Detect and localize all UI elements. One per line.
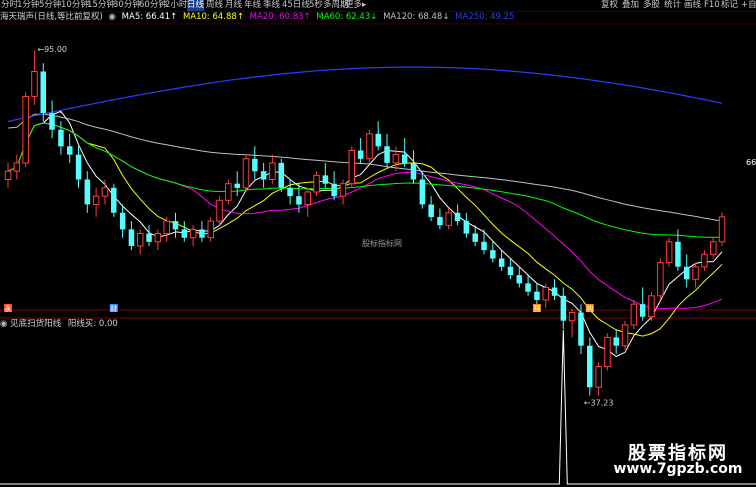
candle-body <box>498 258 505 267</box>
candle-body <box>648 295 655 318</box>
candle-body <box>675 241 681 267</box>
ma250-line <box>7 66 723 122</box>
candle-body <box>507 266 514 276</box>
candle-body <box>13 162 21 172</box>
candle-body <box>568 312 576 322</box>
price-tag: 66 <box>746 158 756 167</box>
candle-body <box>269 162 276 180</box>
candle-body <box>366 133 373 160</box>
candle-body <box>560 295 567 321</box>
high-price-label: ←95.00 <box>37 45 67 54</box>
candle-body <box>339 183 347 197</box>
candle-body <box>172 221 179 230</box>
candle-body <box>137 233 144 247</box>
candle-body <box>384 146 390 163</box>
candle-body <box>604 336 611 367</box>
candle-body <box>92 195 100 205</box>
candle-body <box>31 71 38 97</box>
candle-body <box>207 220 214 239</box>
candle-body <box>621 324 629 347</box>
event-marker-cai: 财 <box>110 304 117 313</box>
candle-body <box>684 266 690 280</box>
candle-body <box>287 187 293 197</box>
candle-body <box>101 187 109 197</box>
candle-body <box>154 233 162 243</box>
candle-body <box>357 150 364 159</box>
candle-body <box>437 216 443 226</box>
candle-body <box>613 337 619 346</box>
low-price-label: ←37.23 <box>584 399 614 408</box>
candle-body <box>445 212 452 226</box>
candle-body <box>189 228 197 239</box>
candle-body <box>296 196 302 205</box>
candle-body <box>304 191 311 205</box>
candle-body <box>234 183 240 188</box>
event-marker-yu: 预 <box>533 304 540 313</box>
candle-body <box>252 158 258 172</box>
candle-body <box>4 170 12 180</box>
candle-body <box>639 304 646 317</box>
candle-body <box>111 187 117 213</box>
center-watermark: 股标指标网 <box>362 239 402 248</box>
candle-body <box>216 199 223 222</box>
candle-body <box>551 287 558 296</box>
candle-body <box>595 366 602 388</box>
indicator-value: 阳线买: 0.00 <box>67 319 118 329</box>
candle-body <box>22 96 29 164</box>
candle-body <box>331 183 337 197</box>
candle-body <box>199 229 205 238</box>
candle-body <box>710 241 717 255</box>
indicator-settings-icon[interactable]: ◉ <box>0 319 7 329</box>
candle-body <box>463 221 470 234</box>
candle-body <box>58 129 64 147</box>
candle-body <box>534 291 540 300</box>
candle-body <box>542 287 549 301</box>
candle-body <box>49 113 55 130</box>
candle-body <box>657 262 664 297</box>
candle-body <box>665 241 673 264</box>
candle-body <box>322 175 329 184</box>
candle-body <box>181 229 188 238</box>
candle-body <box>67 146 73 155</box>
candle-body <box>481 241 487 251</box>
candle-body <box>278 162 284 188</box>
candle-body <box>516 275 522 284</box>
indicator-header: ◉ 见底扫货阳线 阳线买: 0.00 <box>0 319 118 330</box>
candle-body <box>163 220 170 235</box>
candle-body <box>40 71 46 113</box>
candle-body <box>454 212 461 222</box>
candle-body <box>578 312 584 346</box>
candle-body <box>119 212 126 230</box>
candle-body <box>587 345 593 388</box>
candle-body <box>313 174 320 193</box>
candle-body <box>525 283 531 292</box>
candle-body <box>75 154 82 180</box>
candle-body <box>392 154 400 164</box>
candle-body <box>242 158 250 189</box>
candle-body <box>146 233 152 242</box>
candle-body <box>472 233 478 242</box>
event-marker-yong: 永 <box>5 304 12 313</box>
candle-body <box>692 266 699 280</box>
candle-body <box>348 150 355 185</box>
candle-body <box>225 183 232 201</box>
candle-body <box>410 162 417 180</box>
indicator-name: 见底扫货阳线 <box>10 319 62 329</box>
site-logo: 股票指标网 www.7gpzb.com <box>602 437 752 483</box>
candle-body <box>419 179 426 205</box>
candle-body <box>375 133 381 147</box>
candle-body <box>701 253 708 268</box>
ma20-line <box>7 122 723 310</box>
candle-body <box>490 250 496 259</box>
logo-url: www.7gpzb.com <box>613 461 743 477</box>
candle-body <box>128 229 135 246</box>
candle-body <box>428 204 434 217</box>
candle-body <box>84 179 91 205</box>
candle-body <box>630 303 638 326</box>
event-marker-gou: 购 <box>586 304 593 313</box>
candle-body <box>718 216 726 243</box>
candle-body <box>260 171 267 180</box>
candle-body <box>401 154 408 163</box>
